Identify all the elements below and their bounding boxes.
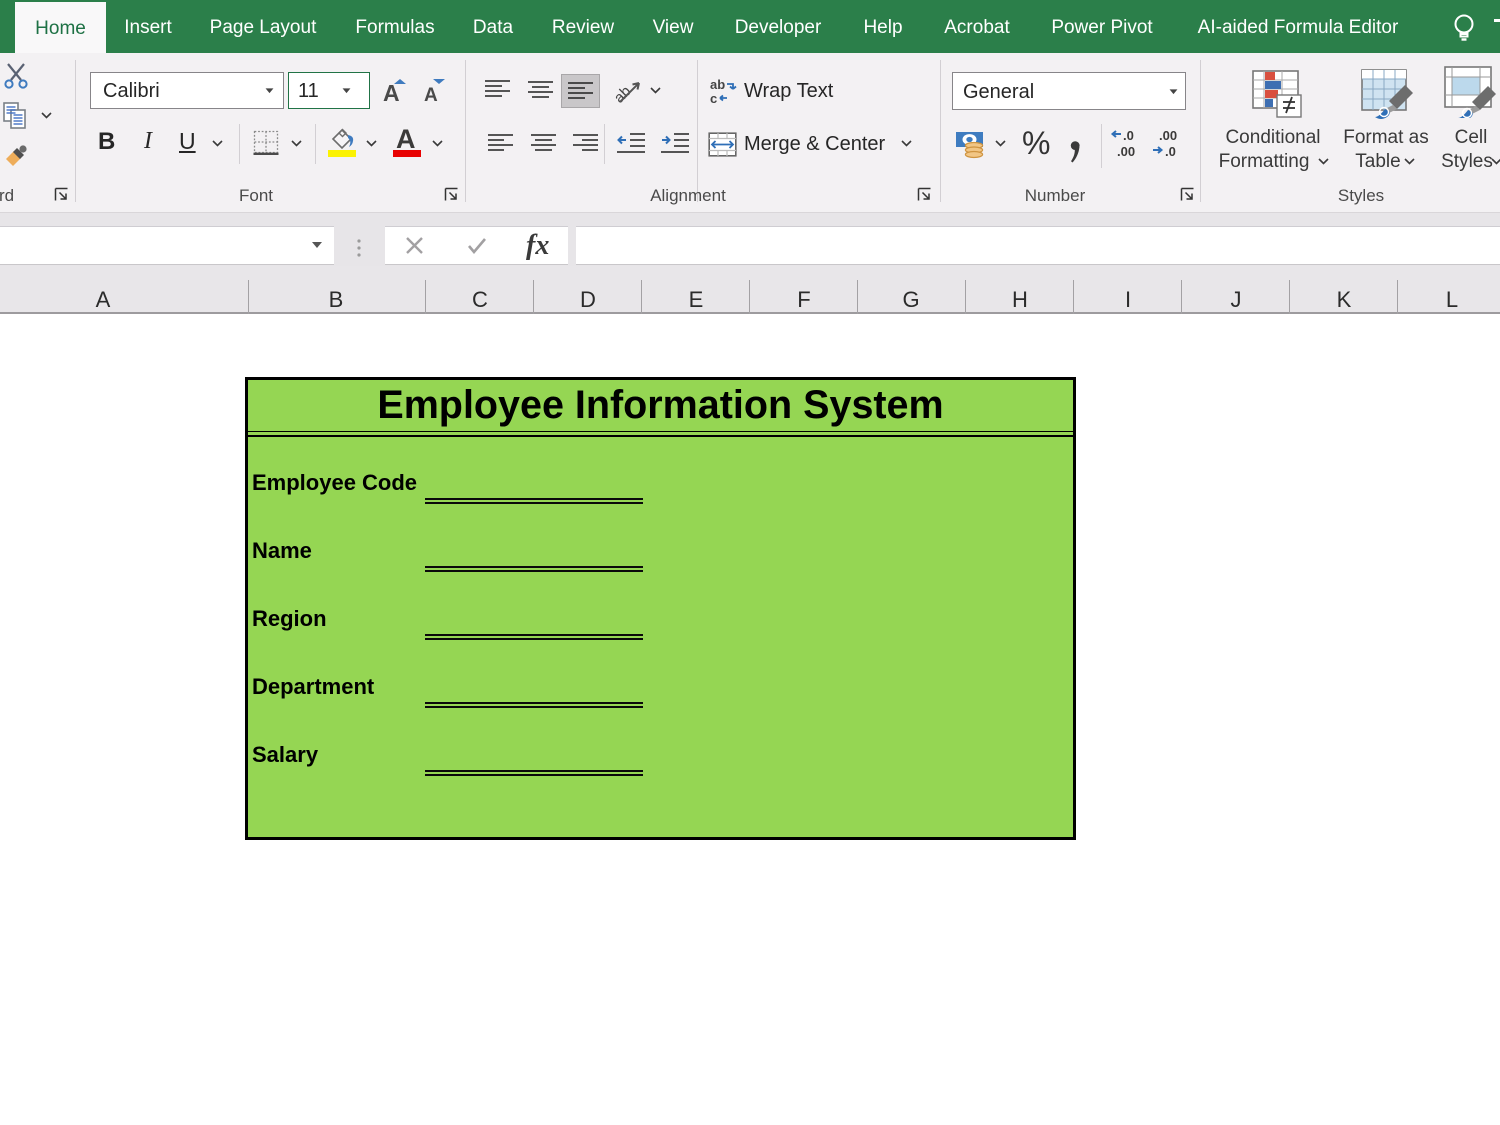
svg-text:.00: .00: [1159, 128, 1177, 143]
svg-text:.0: .0: [1123, 128, 1134, 143]
svg-text:.0: .0: [1165, 144, 1176, 159]
svg-text:.00: .00: [1117, 144, 1135, 159]
svg-text:ab: ab: [612, 83, 635, 106]
svg-text:c: c: [710, 91, 717, 106]
svg-text:ab: ab: [710, 78, 725, 92]
